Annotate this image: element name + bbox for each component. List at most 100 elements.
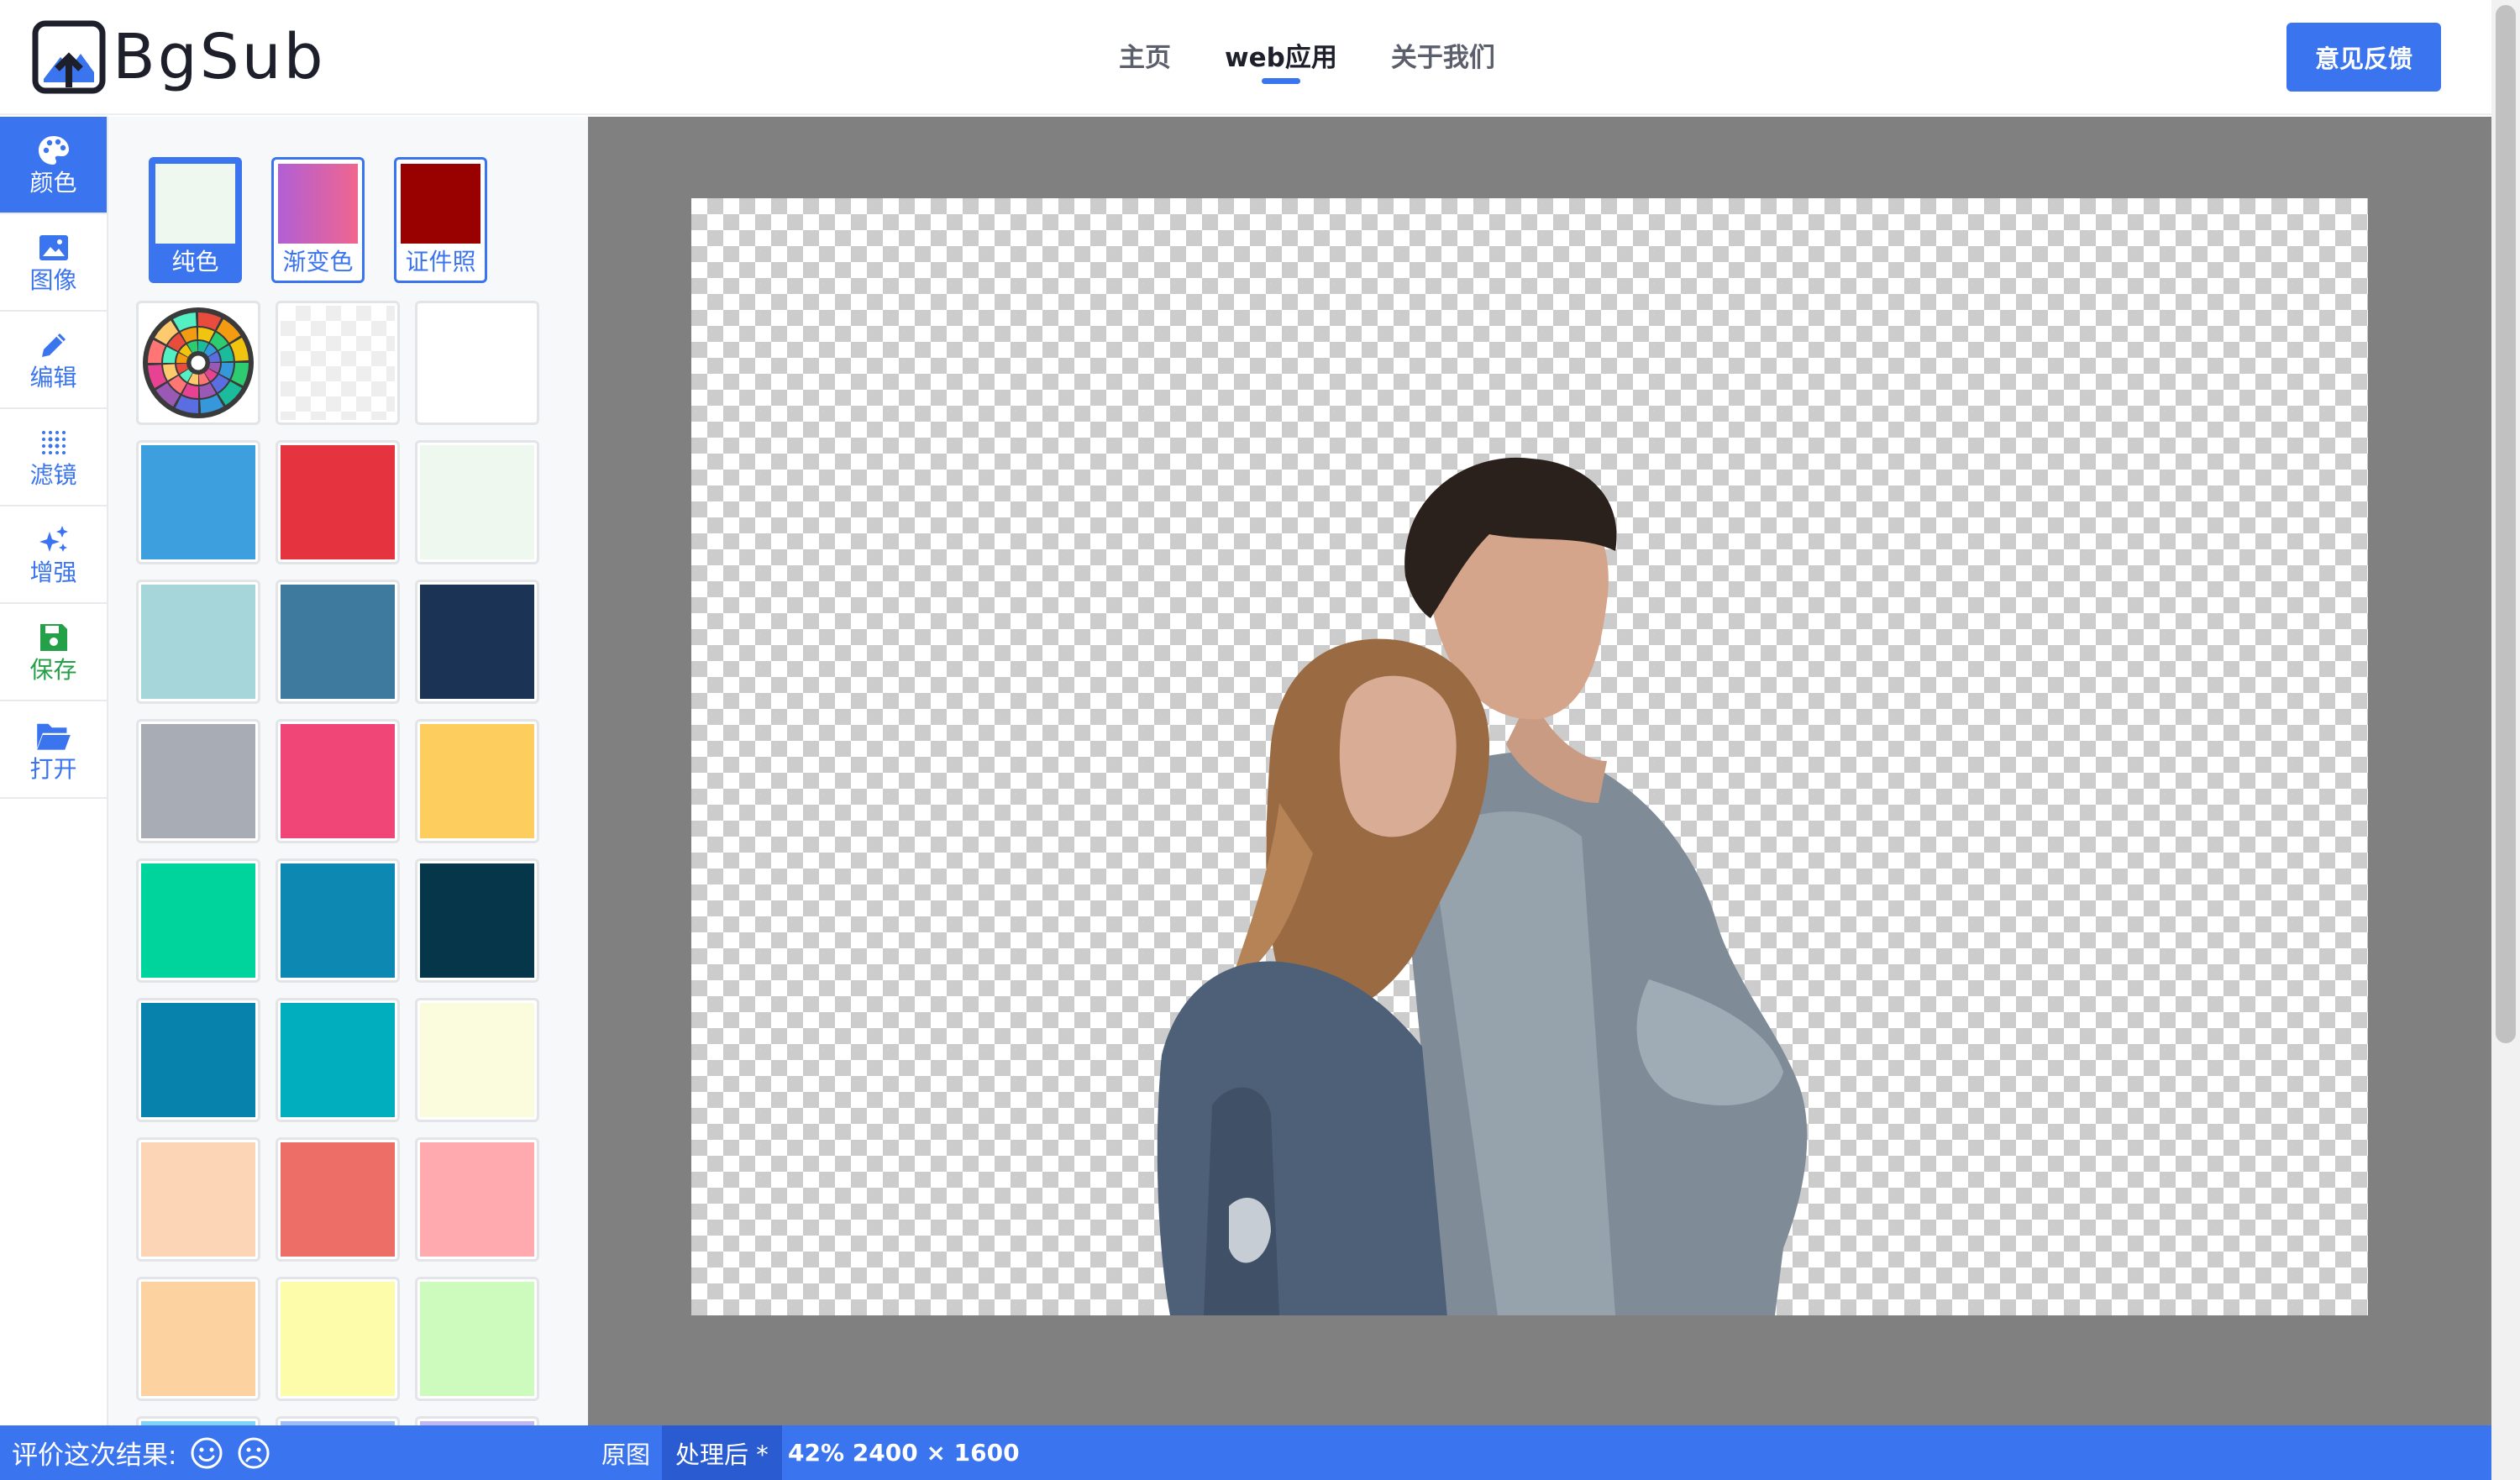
color-swatch[interactable] <box>136 1137 260 1262</box>
swatch-fill <box>420 1282 534 1396</box>
tab-label: 证件照 <box>405 248 476 276</box>
color-swatch[interactable] <box>415 1137 539 1262</box>
tool-save[interactable]: 保存 <box>0 604 107 701</box>
tool-label: 保存 <box>29 655 77 684</box>
subject-couple-image <box>1157 457 1808 1315</box>
tool-open[interactable]: 打开 <box>0 701 107 799</box>
color-swatch[interactable] <box>415 1277 539 1401</box>
swatch-fill <box>420 863 534 978</box>
bottom-status-bar: 评价这次结果: 原图 处理后 * 42% 2400 × 1600 <box>0 1425 2491 1480</box>
swatch-fill <box>420 724 534 838</box>
swatch-fill <box>141 1003 255 1117</box>
swatch-fill <box>420 445 534 559</box>
swatch-transparent[interactable] <box>276 301 400 425</box>
swatch-fill <box>420 1003 534 1117</box>
brand-logo[interactable]: BgSub <box>32 18 326 96</box>
swatch-fill <box>141 585 255 699</box>
top-header: BgSub 主页 web应用 关于我们 意见反馈 <box>0 0 2491 115</box>
tool-sidebar: 颜色 图像 编辑 滤镜 增强 保存 打开 <box>0 117 108 1425</box>
palette-icon <box>38 135 69 165</box>
feedback-button[interactable]: 意见反馈 <box>2286 23 2441 92</box>
view-original-button[interactable]: 原图 <box>588 1425 664 1480</box>
tool-label: 图像 <box>29 265 77 294</box>
dots-filter-icon <box>41 430 66 454</box>
color-swatch[interactable] <box>276 440 400 564</box>
tool-label: 打开 <box>29 754 77 783</box>
nav-item-about[interactable]: 关于我们 <box>1364 25 1522 84</box>
zoom-size-info: 42% 2400 × 1600 <box>788 1439 1020 1467</box>
page-scrollbar[interactable] <box>2491 0 2520 1480</box>
color-swatch-grid <box>136 301 539 1425</box>
color-wheel-picker[interactable] <box>136 301 260 425</box>
tab-id-photo[interactable]: 证件照 <box>394 157 487 283</box>
color-swatch[interactable] <box>136 440 260 564</box>
color-type-tabs: 纯色 渐变色 证件照 <box>149 157 487 283</box>
color-swatch[interactable] <box>136 1277 260 1401</box>
frown-face-icon[interactable] <box>237 1436 270 1470</box>
tab-swatch <box>278 164 358 244</box>
color-swatch[interactable] <box>276 998 400 1122</box>
tab-label: 纯色 <box>171 248 219 276</box>
upload-image-logo-icon <box>32 20 106 94</box>
color-swatch[interactable] <box>136 719 260 843</box>
color-swatch[interactable] <box>276 580 400 704</box>
tool-image[interactable]: 图像 <box>0 214 107 312</box>
swatch-fill <box>420 1142 534 1257</box>
swatch-fill <box>281 724 395 838</box>
swatch-white[interactable] <box>415 301 539 425</box>
swatch-fill <box>281 863 395 978</box>
image-canvas[interactable] <box>691 198 2368 1315</box>
swatch-fill <box>141 1142 255 1257</box>
color-swatch[interactable] <box>276 1277 400 1401</box>
color-swatch[interactable] <box>136 998 260 1122</box>
tab-solid-color[interactable]: 纯色 <box>149 157 242 283</box>
swatch-fill <box>141 724 255 838</box>
tool-color[interactable]: 颜色 <box>0 117 107 214</box>
swatch-fill <box>141 445 255 559</box>
swatch-fill <box>281 1282 395 1396</box>
image-icon <box>39 234 68 260</box>
brand-name: BgSub <box>113 21 326 93</box>
sparkle-icon <box>39 525 68 552</box>
tool-label: 编辑 <box>29 363 77 391</box>
tool-label: 滤镜 <box>29 460 77 489</box>
tab-swatch <box>401 164 480 244</box>
swatch-fill <box>281 1003 395 1117</box>
tool-filter[interactable]: 滤镜 <box>0 409 107 506</box>
swatch-fill <box>281 445 395 559</box>
color-swatch[interactable] <box>415 580 539 704</box>
color-swatch[interactable] <box>136 580 260 704</box>
rating-label: 评价这次结果: <box>12 1441 177 1471</box>
swatch-fill <box>281 1142 395 1257</box>
color-swatch[interactable] <box>415 1416 539 1425</box>
view-processed-button[interactable]: 处理后 * <box>662 1425 782 1480</box>
color-swatch[interactable] <box>415 858 539 983</box>
tool-enhance[interactable]: 增强 <box>0 506 107 604</box>
color-swatch[interactable] <box>276 1137 400 1262</box>
color-swatch[interactable] <box>276 719 400 843</box>
color-swatch[interactable] <box>136 1416 260 1425</box>
tool-label: 颜色 <box>29 168 77 197</box>
save-icon <box>39 623 67 651</box>
tab-swatch <box>155 164 235 244</box>
tab-gradient[interactable]: 渐变色 <box>271 157 365 283</box>
swatch-fill <box>141 863 255 978</box>
color-swatch[interactable] <box>415 440 539 564</box>
color-swatch[interactable] <box>136 858 260 983</box>
scrollbar-thumb[interactable] <box>2496 5 2516 1043</box>
tab-label: 渐变色 <box>282 248 354 276</box>
rating-group: 评价这次结果: <box>12 1425 270 1480</box>
color-wheel-icon <box>143 307 254 418</box>
color-swatch[interactable] <box>276 858 400 983</box>
canvas-stage <box>588 117 2491 1425</box>
swatch-fill <box>281 585 395 699</box>
nav-item-home[interactable]: 主页 <box>1092 25 1198 84</box>
folder-open-icon <box>36 723 71 750</box>
nav-item-web-app[interactable]: web应用 <box>1198 25 1364 84</box>
tool-edit[interactable]: 编辑 <box>0 312 107 409</box>
smile-face-icon[interactable] <box>190 1436 223 1470</box>
pencil-icon <box>41 333 66 357</box>
color-swatch[interactable] <box>415 719 539 843</box>
color-swatch[interactable] <box>415 998 539 1122</box>
color-swatch[interactable] <box>276 1416 400 1425</box>
